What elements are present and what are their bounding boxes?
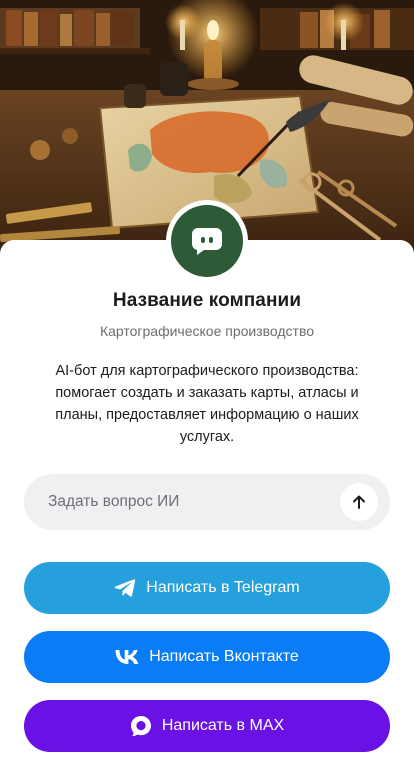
company-subtitle: Картографическое производство: [99, 323, 315, 339]
ask-ai-input[interactable]: [24, 474, 340, 530]
avatar-circle: [171, 205, 243, 277]
vk-button[interactable]: Написать Вконтакте: [24, 631, 390, 683]
chat-bubble-icon: [191, 228, 222, 255]
telegram-icon: [114, 578, 136, 598]
vk-icon: [115, 650, 139, 664]
company-name: Название компании: [112, 290, 302, 311]
vk-button-label: Написать Вконтакте: [149, 648, 299, 665]
company-description: AI-бот для картографического производств…: [55, 363, 359, 445]
max-icon: [130, 715, 152, 737]
arrow-up-icon: [353, 495, 365, 509]
ask-ai-bar: [24, 474, 390, 530]
send-question-button[interactable]: [340, 483, 378, 521]
max-button[interactable]: Написать в MAX: [24, 700, 390, 752]
telegram-button-label: Написать в Telegram: [146, 579, 300, 596]
telegram-button[interactable]: Написать в Telegram: [24, 562, 390, 614]
company-avatar: [166, 200, 248, 282]
max-button-label: Написать в MAX: [161, 717, 285, 734]
